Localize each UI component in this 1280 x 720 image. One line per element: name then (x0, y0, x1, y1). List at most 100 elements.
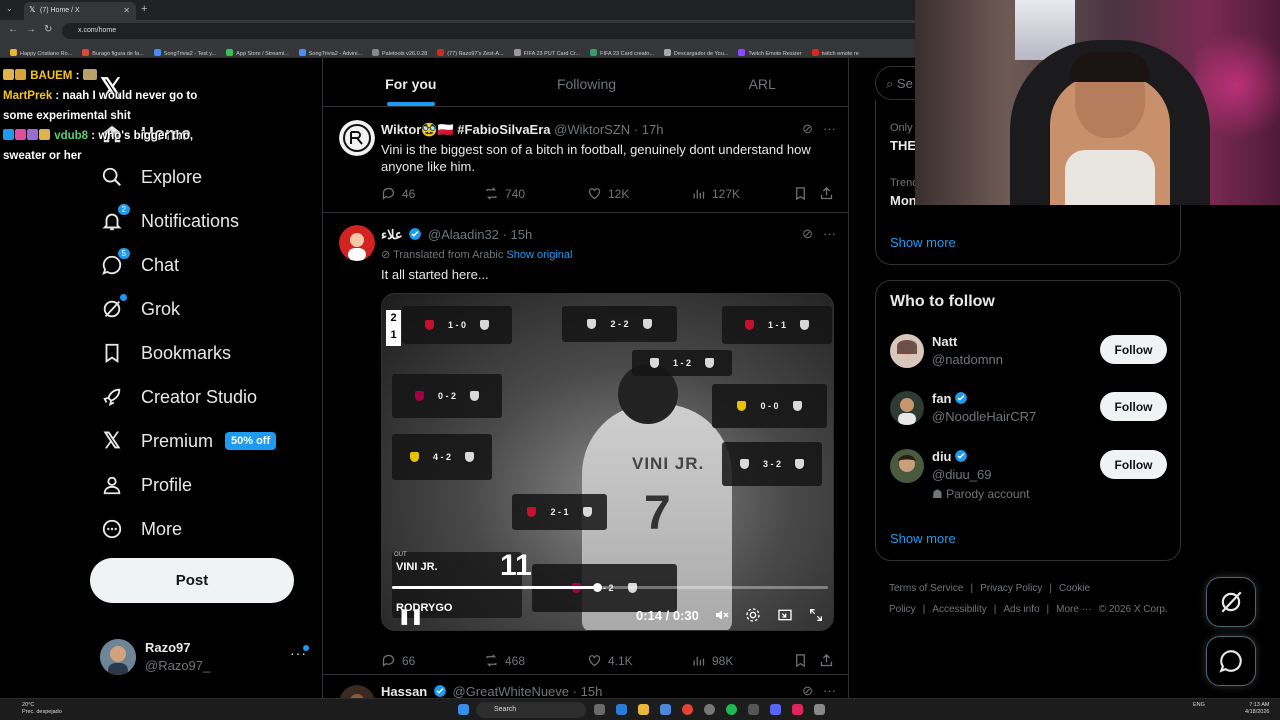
video-player[interactable]: VINI JR. 7 1 - 0 2 - 2 1 - 1 1 - 2 0 - 2 0 - … (381, 293, 834, 631)
trend-title[interactable]: Mon (890, 193, 917, 208)
address-bar[interactable]: x.com/home (62, 23, 922, 39)
bookmark-item[interactable]: Paletools v26.0.28 (372, 46, 427, 57)
nav-creator-studio[interactable]: Creator Studio (100, 382, 257, 412)
share-button[interactable] (819, 186, 840, 201)
nav-more[interactable]: More (100, 514, 182, 544)
tab-following[interactable]: Following (499, 58, 675, 106)
follow-suggestion[interactable]: fan @NoodleHairCR7 Follow (876, 391, 1182, 451)
grok-fab-button[interactable] (1206, 577, 1256, 627)
suggestion-name[interactable]: diu (932, 449, 970, 464)
follow-button[interactable]: Follow (1100, 392, 1167, 421)
tweet[interactable]: ﻋﻼﺀ @Alaadin32 · 15h ⊘ ··· ⊘ Translated … (323, 213, 848, 675)
nav-grok[interactable]: Grok (100, 294, 180, 324)
tweet[interactable]: Wiktor🥸🇵🇱 #FabioSilvaEra @WiktorSZN · 17… (323, 108, 848, 213)
like-button[interactable]: 12K (587, 186, 629, 201)
back-icon[interactable]: ← (8, 24, 18, 35)
bookmark-item[interactable]: twitch emote re (811, 46, 859, 57)
spotify-icon[interactable] (726, 704, 737, 715)
bookmark-button[interactable] (793, 186, 814, 201)
nav-profile[interactable]: Profile (100, 470, 192, 500)
views-button[interactable]: 127K (691, 186, 740, 201)
nav-premium[interactable]: 𝕏 Premium 50% off (100, 426, 277, 456)
nav-bookmarks[interactable]: Bookmarks (100, 338, 231, 368)
edge-icon[interactable] (616, 704, 627, 715)
trend-title[interactable]: THE (890, 138, 916, 153)
more-dots-icon[interactable]: ··· (823, 121, 836, 137)
bookmark-item[interactable]: Twitch Emote Resizer (738, 46, 802, 57)
reload-icon[interactable]: ↻ (44, 24, 52, 35)
start-icon[interactable] (458, 704, 469, 715)
taskbar-language[interactable]: ENG (1193, 702, 1205, 708)
share-button[interactable] (819, 653, 840, 668)
suggestion-handle[interactable]: @diuu_69 (932, 467, 991, 482)
weather-widget[interactable]: 20°C Prec. despejado (22, 702, 62, 716)
views-button[interactable]: 98K (691, 653, 733, 668)
task-view-icon[interactable] (594, 704, 605, 715)
show-more-link[interactable]: Show more (890, 531, 956, 546)
repost-button[interactable]: 740 (484, 186, 525, 201)
repost-button[interactable]: 468 (484, 653, 525, 668)
suggestion-name[interactable]: Natt (932, 334, 957, 349)
tweet[interactable]: Hassan @GreatWhiteNueve · 15h ⊘ ··· (323, 675, 848, 698)
footer-link[interactable]: More ··· (1056, 604, 1092, 615)
tweet-author-name[interactable]: Wiktor🥸🇵🇱 #FabioSilvaEra (381, 122, 551, 137)
follow-button[interactable]: Follow (1100, 450, 1167, 479)
reply-button[interactable]: 66 (381, 653, 415, 668)
music-icon[interactable] (792, 704, 803, 715)
store-icon[interactable] (660, 704, 671, 715)
steam-icon[interactable] (748, 704, 759, 715)
bookmark-item[interactable]: SongTrivia2 - Advini... (298, 46, 362, 57)
avatar[interactable] (890, 449, 924, 483)
bookmark-item[interactable]: Burago figura de fa... (82, 46, 144, 57)
fullscreen-icon[interactable] (808, 607, 824, 623)
avatar[interactable] (890, 391, 924, 425)
bookmark-item[interactable]: FIFA 23 Card creato... (590, 46, 654, 57)
reply-button[interactable]: 46 (381, 186, 415, 201)
more-dots-icon[interactable]: ··· (823, 226, 836, 242)
follow-suggestion[interactable]: Natt @natdomnn Follow (876, 334, 1182, 394)
footer-link[interactable]: Terms of Service (889, 583, 963, 594)
footer-link[interactable]: Ads info (1003, 604, 1039, 615)
tweet-author-handle[interactable]: @Alaadin32 (428, 227, 499, 242)
chrome-icon[interactable] (682, 704, 693, 715)
suggestion-handle[interactable]: @NoodleHairCR7 (932, 409, 1036, 424)
forward-icon[interactable]: → (26, 24, 36, 35)
avatar[interactable] (339, 225, 375, 261)
discord-icon[interactable] (770, 704, 781, 715)
show-more-link[interactable]: Show more (890, 235, 956, 250)
tweet-author-handle[interactable]: @WiktorSZN (554, 122, 630, 137)
obs-icon[interactable] (704, 704, 715, 715)
bookmark-item[interactable]: SongTrivia2 - Test y... (153, 46, 216, 57)
avatar[interactable] (890, 334, 924, 368)
picture-in-picture-icon[interactable] (777, 607, 793, 623)
tweet-author-name[interactable]: ﻋﻼﺀ (381, 227, 403, 242)
browser-tab-home[interactable]: 𝕏 (7) Home / X ✕ (24, 2, 136, 20)
bookmark-button[interactable] (793, 653, 814, 668)
tab-list-chevron-icon[interactable]: ⌄ (6, 4, 13, 13)
show-original-link[interactable]: Show original (506, 249, 572, 261)
video-progress-handle[interactable] (592, 583, 602, 592)
tweet-time[interactable]: 15h (511, 227, 533, 242)
account-switcher[interactable]: Razo97 @Razo97_ ··· (100, 637, 315, 677)
like-button[interactable]: 4.1K (587, 653, 633, 668)
footer-link[interactable]: Accessibility (932, 604, 986, 615)
tweet-author-handle[interactable]: @GreatWhiteNueve (453, 684, 570, 698)
new-tab-icon[interactable]: + (141, 3, 147, 15)
settings-gear-icon[interactable] (745, 607, 761, 623)
video-progress-bar[interactable] (392, 583, 828, 592)
nav-chat[interactable]: 5 Chat (100, 247, 179, 280)
nav-explore[interactable]: Explore (100, 162, 202, 192)
taskbar-clock[interactable]: 7:13 AM 4/18/2026 (1245, 702, 1269, 716)
bookmark-item[interactable]: Descargador de You... (663, 46, 728, 57)
app-icon[interactable] (814, 704, 825, 715)
chat-fab-button[interactable] (1206, 636, 1256, 686)
tab-for-you[interactable]: For you (323, 58, 499, 106)
more-dots-icon[interactable]: ··· (823, 683, 836, 698)
tweet-author-name[interactable]: Hassan (381, 684, 427, 698)
bookmark-item[interactable]: (77) Razo97's Zest-A... (437, 46, 504, 57)
close-tab-icon[interactable]: ✕ (123, 6, 130, 15)
suggestion-name[interactable]: fan (932, 391, 970, 406)
tweet-time[interactable]: 17h (642, 122, 664, 137)
bookmark-item[interactable]: Happy Cristiano Ro... (10, 46, 72, 57)
footer-link[interactable]: Privacy Policy (980, 583, 1042, 594)
